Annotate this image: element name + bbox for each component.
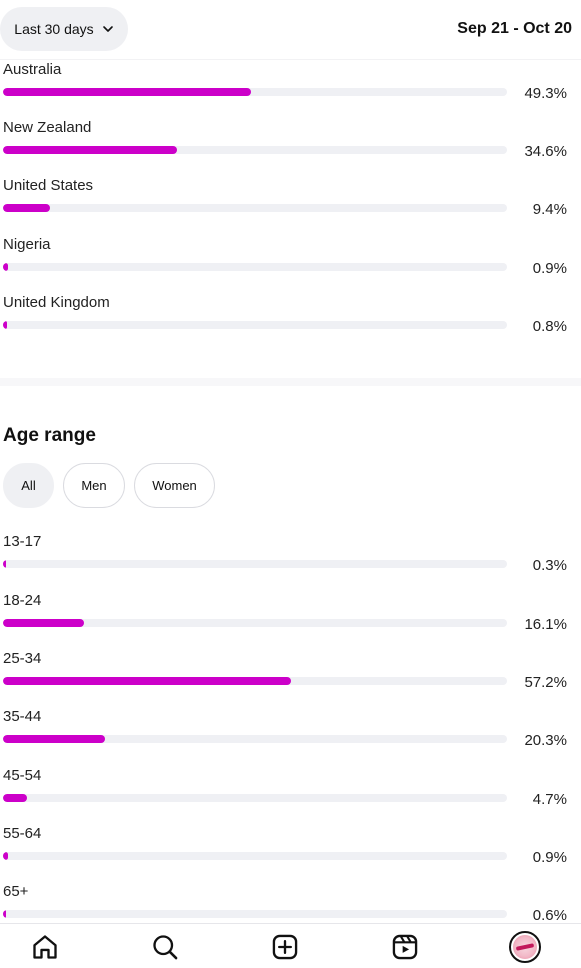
country-percent: 49.3% [524,85,567,102]
age-row: 55-64 0.9% [0,825,581,883]
bar-fill [3,146,178,154]
filter-all-chip[interactable]: All [3,463,54,508]
bar-fill [3,677,292,685]
bar-track [3,794,507,802]
bar-track [3,88,507,96]
age-range-name: 55-64 [3,825,42,842]
country-row: Australia 49.3% [0,61,581,119]
country-row: Nigeria 0.9% [0,236,581,294]
bar-track [3,910,507,918]
filter-women-chip[interactable]: Women [134,463,215,508]
age-range-percent: 0.9% [532,849,567,866]
age-range-percent: 0.3% [532,557,567,574]
country-name: Nigeria [3,236,51,253]
age-range-name: 18-24 [3,592,42,609]
bottom-navigation [0,923,581,968]
country-row: United Kingdom 0.8% [0,294,581,352]
bar-fill [3,794,27,802]
age-range-percent: 0.6% [532,907,567,924]
bar-fill [3,619,85,627]
country-name: Australia [3,61,62,78]
age-range-name: 45-54 [3,767,42,784]
age-range-name: 13-17 [3,533,42,550]
country-row: New Zealand 34.6% [0,119,581,177]
age-range-name: 65+ [3,883,29,900]
age-row: 18-24 16.1% [0,592,581,650]
nav-create[interactable] [255,924,315,968]
bar-track [3,263,507,271]
bar-track [3,677,507,685]
bar-fill [3,204,51,212]
bar-fill [3,735,106,743]
age-range-percent: 16.1% [524,616,567,633]
country-percent: 9.4% [532,201,567,218]
age-range-percent: 20.3% [524,732,567,749]
bar-track [3,321,507,329]
country-percent: 34.6% [524,143,567,160]
create-icon [272,934,298,959]
bar-fill [3,88,252,96]
gender-filter-group: All Men Women [3,463,215,508]
bar-fill [3,263,8,271]
country-row: United States 9.4% [0,177,581,235]
bar-fill [3,910,7,918]
section-divider [0,378,581,386]
age-row: 35-44 20.3% [0,708,581,766]
date-range-selector-label: Last 30 days [14,21,94,37]
age-row: 25-34 57.2% [0,650,581,708]
reels-icon [392,934,418,959]
home-icon [33,934,57,959]
top-bar: Last 30 days Sep 21 - Oct 20 [0,0,581,60]
age-range-percent: 4.7% [532,791,567,808]
age-row: 45-54 4.7% [0,767,581,825]
bar-track [3,852,507,860]
country-percent: 0.8% [532,318,567,335]
bar-track [3,204,507,212]
date-range-selector[interactable]: Last 30 days [0,7,128,51]
bar-fill [3,321,8,329]
bar-track [3,735,507,743]
age-range-percent: 57.2% [524,674,567,691]
search-icon [153,934,178,959]
country-percent: 0.9% [532,260,567,277]
age-range-title: Age range [3,425,96,446]
bar-fill [3,852,8,860]
nav-reels[interactable] [375,924,435,968]
age-row: 13-17 0.3% [0,533,581,591]
country-name: New Zealand [3,119,92,136]
bar-track [3,146,507,154]
avatar-image [513,934,537,959]
age-range-name: 35-44 [3,708,42,725]
filter-men-chip[interactable]: Men [63,463,125,508]
profile-avatar [509,930,541,963]
nav-home[interactable] [15,924,75,968]
bar-fill [3,560,6,568]
age-range-name: 25-34 [3,650,42,667]
bar-track [3,560,507,568]
bar-track [3,619,507,627]
country-name: United States [3,177,94,194]
chevron-down-icon [102,26,113,32]
date-range-text: Sep 21 - Oct 20 [457,20,572,37]
nav-search[interactable] [135,924,195,968]
nav-profile[interactable] [495,924,555,968]
country-name: United Kingdom [3,294,110,311]
